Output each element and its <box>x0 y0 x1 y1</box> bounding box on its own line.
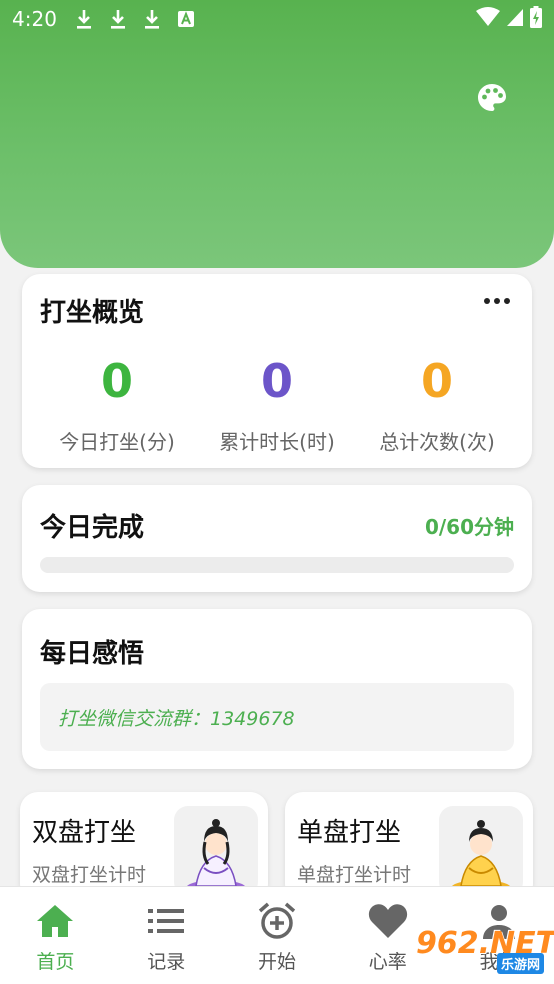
meditating-figure-image <box>174 806 258 896</box>
stat-total-hours: 0 累计时长(时) <box>192 354 362 455</box>
mode-subtitle: 单盘打坐计时 <box>297 864 412 886</box>
stat-today-minutes: 0 今日打坐(分) <box>32 354 202 455</box>
wifi-icon <box>476 7 500 32</box>
stat-label: 累计时长(时) <box>219 430 335 454</box>
nav-home[interactable]: 首页 <box>0 887 111 984</box>
progress-text: 0/60分钟 <box>424 515 514 539</box>
nav-label: 首页 <box>36 951 75 973</box>
watermark-sub: 乐游网 <box>496 953 544 974</box>
stat-label: 今日打坐(分) <box>59 430 175 454</box>
more-horizontal-icon[interactable] <box>484 298 510 304</box>
today-title: 今日完成 <box>40 513 145 543</box>
nav-label: 开始 <box>257 951 296 973</box>
nav-label: 记录 <box>147 951 186 973</box>
signal-icon <box>506 7 524 32</box>
overview-card: 打坐概览 0 今日打坐(分) 0 累计时长(时) 0 总计次数(次) <box>22 274 532 468</box>
alarm-add-icon <box>257 901 297 941</box>
site-watermark: 962.NET 乐游网 <box>416 926 554 974</box>
stat-total-count: 0 总计次数(次) <box>352 354 522 455</box>
mode-subtitle: 双盘打坐计时 <box>32 864 147 886</box>
insight-title: 每日感悟 <box>40 639 145 669</box>
overview-title: 打坐概览 <box>40 298 145 328</box>
stat-label: 总计次数(次) <box>379 430 495 454</box>
insight-text: 打坐微信交流群：1349678 <box>40 683 514 751</box>
stat-value: 0 <box>260 354 293 408</box>
header-banner <box>0 0 554 268</box>
download-icon <box>141 7 163 31</box>
stat-value: 0 <box>100 354 133 408</box>
list-icon <box>146 901 186 941</box>
home-icon <box>35 901 75 941</box>
stat-value: 0 <box>420 354 453 408</box>
mode-title: 单盘打坐 <box>297 818 402 848</box>
status-time: 4:20 <box>12 7 57 31</box>
progress-bar <box>40 557 514 573</box>
download-icon <box>73 7 95 31</box>
today-progress-card: 今日完成 0/60分钟 <box>22 485 532 592</box>
palette-icon[interactable] <box>476 82 508 114</box>
meditating-figure-image <box>439 806 523 896</box>
nav-records[interactable]: 记录 <box>111 887 222 984</box>
mode-title: 双盘打坐 <box>32 818 137 848</box>
font-a-icon <box>175 7 197 31</box>
download-icon <box>107 7 129 31</box>
status-bar: 4:20 <box>0 0 554 38</box>
heart-icon <box>368 901 408 941</box>
nav-start[interactable]: 开始 <box>222 887 333 984</box>
daily-insight-card: 每日感悟 打坐微信交流群：1349678 <box>22 609 532 769</box>
battery-charging-icon <box>530 6 542 33</box>
